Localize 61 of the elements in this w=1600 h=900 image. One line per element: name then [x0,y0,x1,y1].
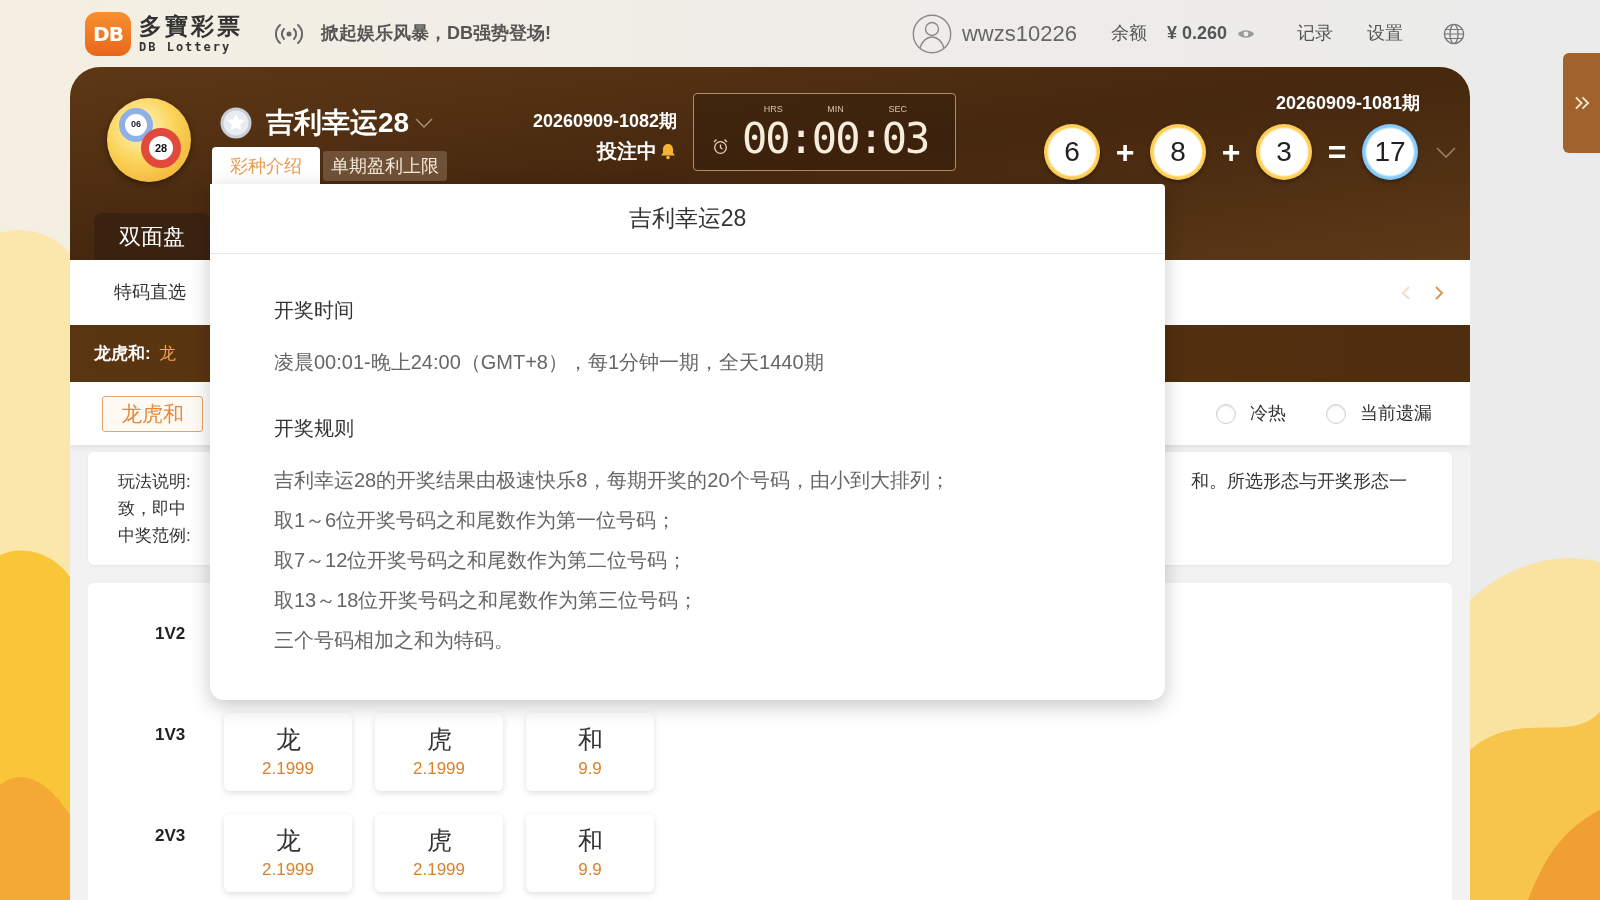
last-issue: 20260909-1081期 [1275,94,1420,112]
radio-option[interactable]: 冷热 [1216,400,1286,427]
row-label: 1V2 [155,625,186,642]
current-issue: 20260909-1082期 [532,112,677,130]
betting-status: 投注中 [597,141,657,161]
category-label: 龙虎和: [94,342,151,365]
rules-text: 致，即中 [118,498,186,520]
star-icon[interactable] [220,107,252,139]
operator-sign: + [1115,136,1135,168]
double-chevron-right-icon [1573,95,1590,111]
radio-icon[interactable] [1216,403,1236,424]
bet-option[interactable]: 虎 2.1999 [375,713,503,791]
bet-option[interactable]: 龙 2.1999 [224,713,352,791]
radio-icon[interactable] [1326,403,1346,424]
row-label: 2V3 [155,827,186,844]
bet-option[interactable]: 虎 2.1999 [375,814,503,892]
popup-title: 吉利幸运28 [628,204,747,234]
chevron-down-icon[interactable] [415,118,434,128]
section-heading: 开奖时间 [274,298,354,323]
play-tab[interactable]: 双面盘 [94,213,209,260]
announcement-text: 掀起娱乐风暴，DB强势登场! [321,22,551,45]
brand-subtitle: DB Lottery [139,40,233,53]
section-text: 取1～6位开奖号码之和尾数作为第一位号码； [274,508,677,533]
rules-text: 和。所选形态与开奖形态一 [1191,470,1407,493]
logo-mark: DB [85,11,131,56]
row-label: 1V3 [155,726,186,743]
balance-label: 余额 [1110,22,1147,45]
username: wwzs10226 [962,20,1077,48]
chevron-down-icon[interactable] [1436,146,1456,158]
bet-option[interactable]: 龙 2.1999 [224,814,352,892]
brand-name: 多寶彩票 [139,14,243,38]
nav-link[interactable]: 记录 [1297,20,1333,47]
bet-option[interactable]: 和 9.9 [526,814,654,892]
time-unit-label: SEC [888,104,908,114]
time-unit-label: HRS [763,104,783,114]
balance-amount: ¥ 0.260 [1166,22,1227,45]
nav-link[interactable]: 设置 [1367,20,1403,47]
category-value: 龙 [158,342,176,365]
bell-icon [659,142,677,160]
countdown-digits: 00:00:03 [742,117,929,160]
radio-option[interactable]: 当前遗漏 [1326,400,1432,427]
section-heading: 开奖规则 [274,416,354,441]
globe-icon[interactable] [1443,22,1465,45]
section-text: 取13～18位开奖号码之和尾数作为第三位号码； [274,588,699,613]
eye-icon[interactable] [1237,27,1255,40]
alarm-clock-icon [712,137,729,155]
section-text: 三个号码相加之和为特码。 [274,628,514,653]
operator-sign: = [1327,136,1347,168]
section-text: 吉利幸运28的开奖结果由极速快乐8，每期开奖的20个号码，由小到大排列； [274,468,950,493]
section-text: 凌晨00:01-晚上24:00（GMT+8），每1分钟一期，全天1440期 [274,350,824,375]
rules-text: 中奖范例: [118,525,191,547]
operator-sign: + [1221,136,1241,168]
bet-option[interactable]: 和 9.9 [526,713,654,791]
sub-nav-item[interactable]: 特码直选 [114,279,186,306]
side-panel-toggle[interactable] [1563,53,1600,153]
time-unit-label: MIN [827,104,844,114]
section-text: 取7～12位开奖号码之和尾数作为第二位号码； [274,548,688,573]
game-name: 吉利幸运28 [266,109,410,137]
user-avatar-icon [912,13,952,54]
rules-text: 玩法说明: [118,471,191,493]
info-tab[interactable]: 单期盈利上限 [323,151,447,181]
